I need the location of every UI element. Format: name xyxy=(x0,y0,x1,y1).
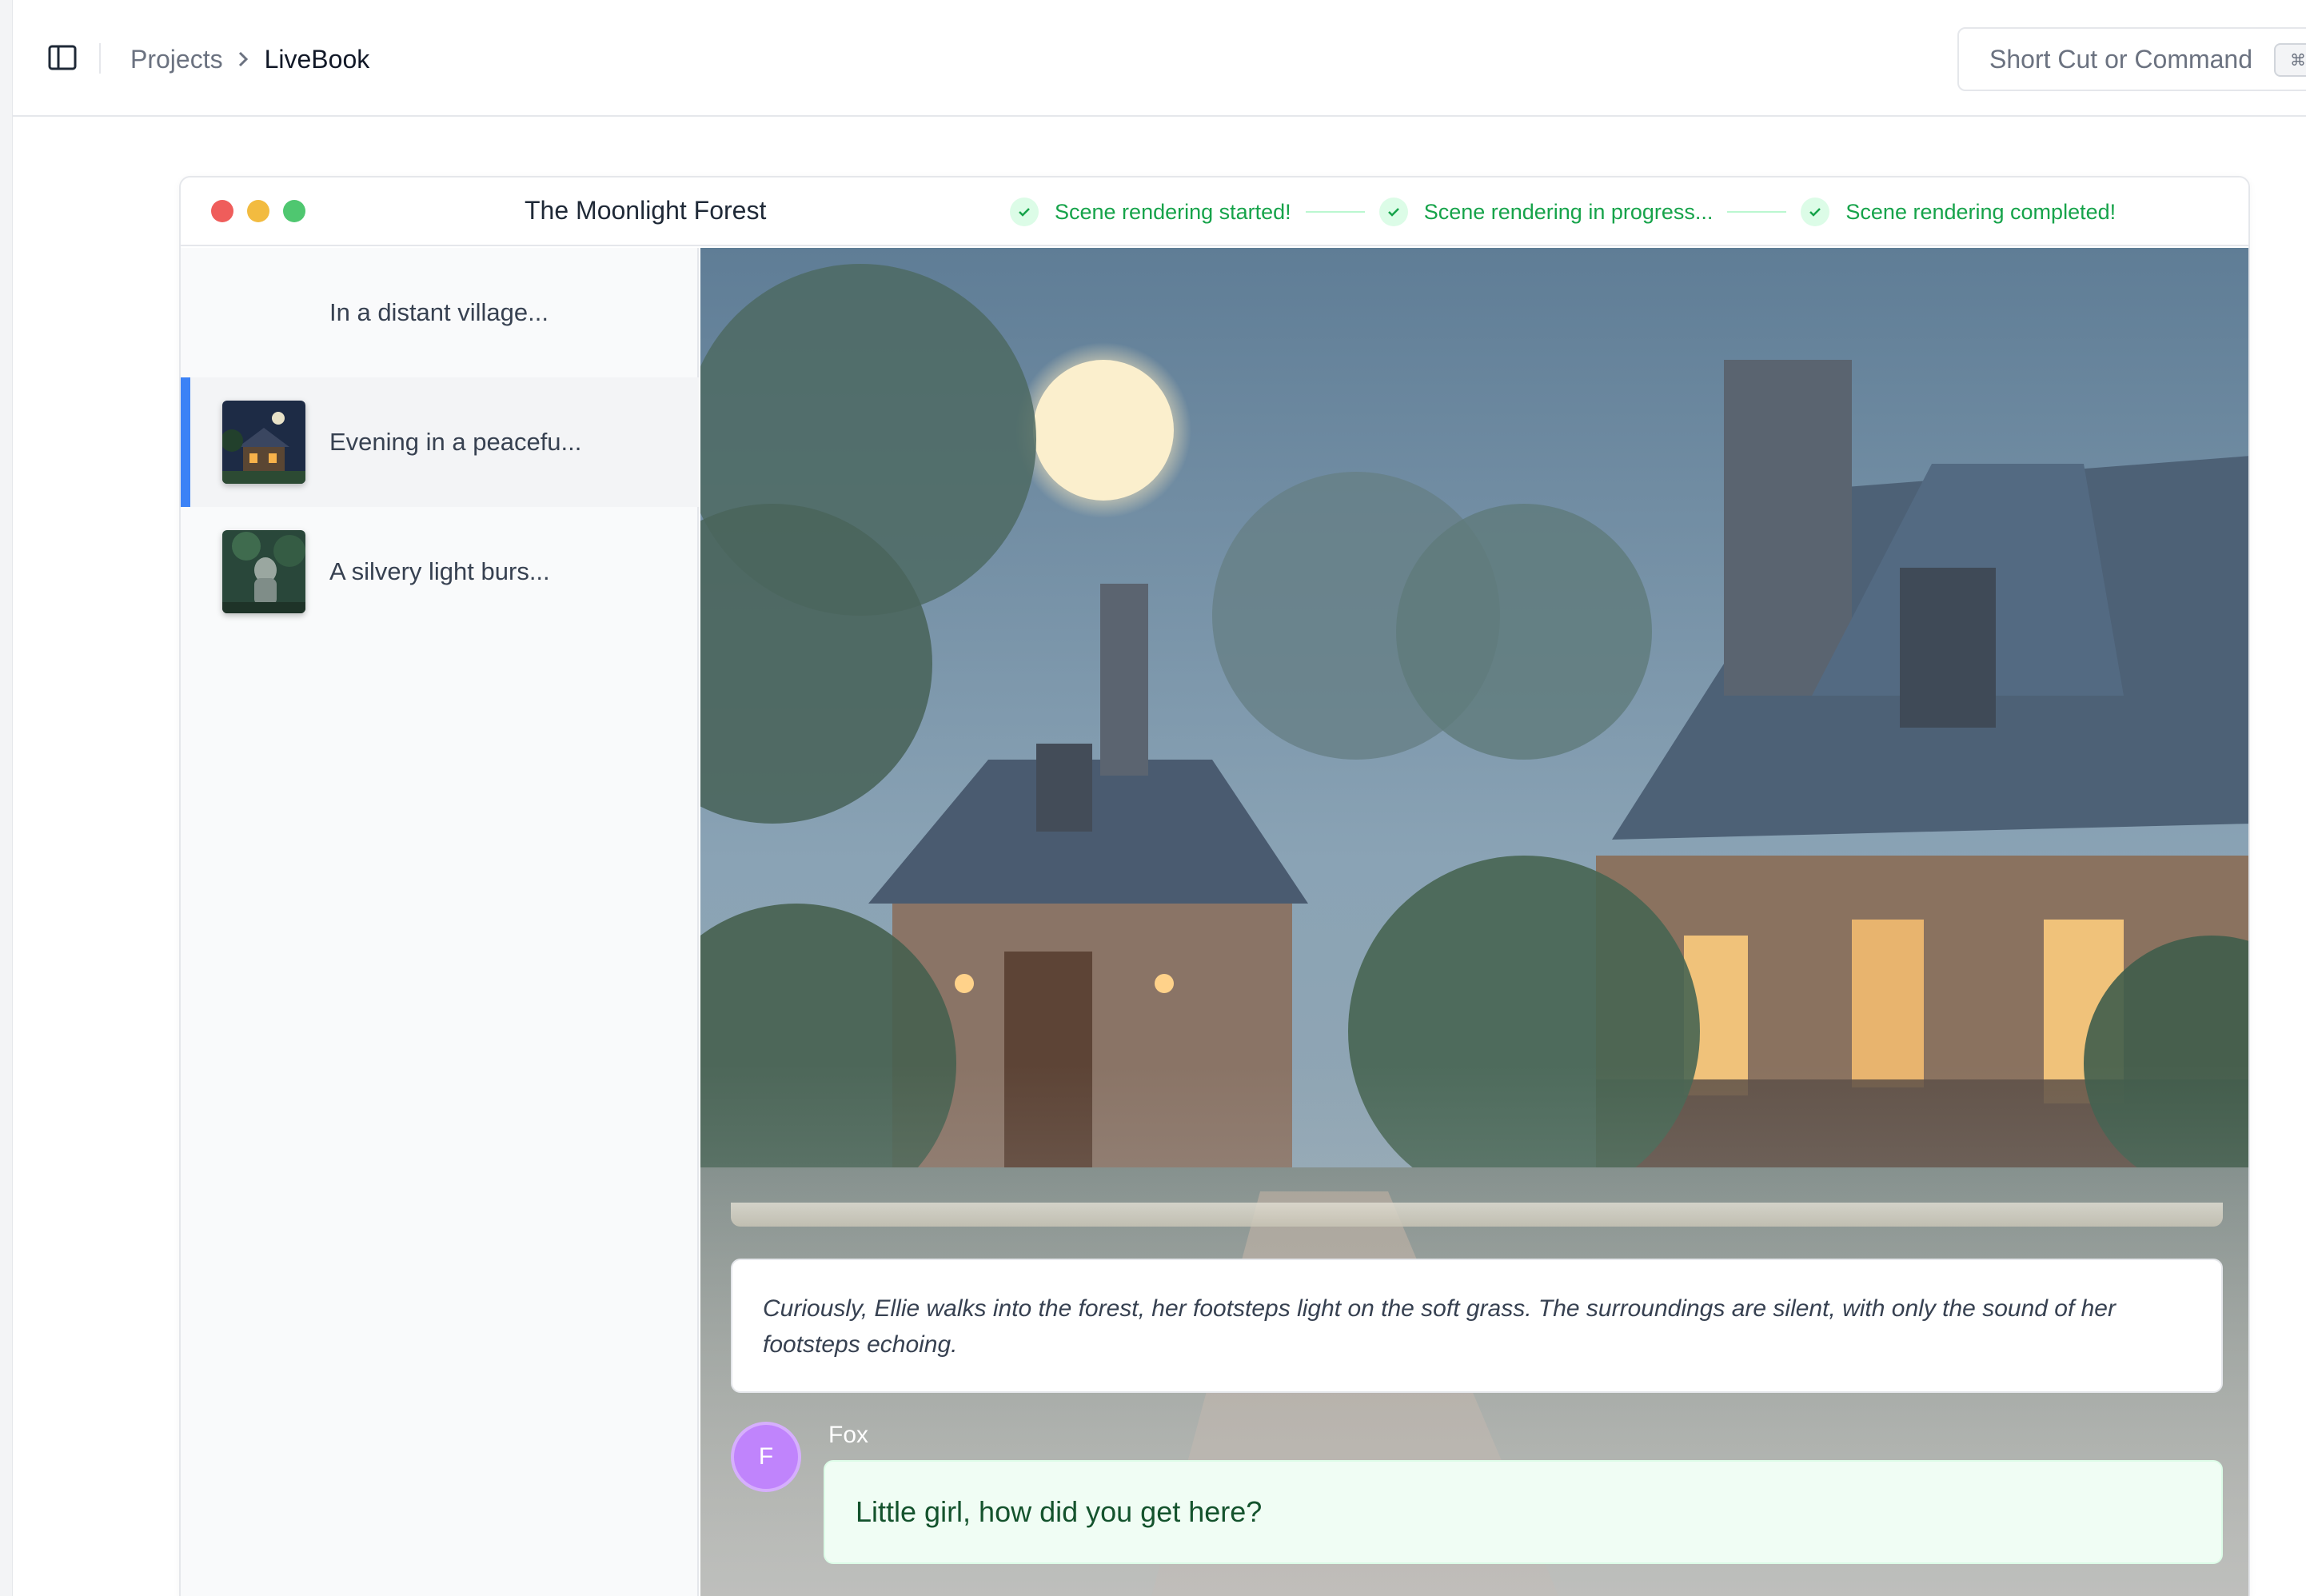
render-step-label: Scene rendering started! xyxy=(1055,199,1291,224)
command-placeholder: Short Cut or Command xyxy=(1989,44,2253,74)
scene-thumbnail xyxy=(222,530,305,613)
scene-view: Curiously, Ellie walks into the forest, … xyxy=(700,248,2248,1596)
toolbar-divider xyxy=(99,43,101,74)
check-icon xyxy=(1010,198,1039,226)
step-connector xyxy=(1727,211,1787,213)
scene-thumbnail xyxy=(222,401,305,484)
render-step-in-progress: Scene rendering in progress... xyxy=(1378,198,1714,226)
scene-item-label: A silvery light burs... xyxy=(329,557,550,585)
step-connector xyxy=(1305,211,1365,213)
breadcrumb: Projects LiveBook xyxy=(130,40,369,78)
breadcrumb-current: LiveBook xyxy=(264,44,370,74)
shortcut-key-badge: ⌘ xyxy=(2274,43,2306,77)
app-page: Projects LiveBook Short Cut or Command ⌘… xyxy=(0,0,2306,1596)
minimize-window-button[interactable] xyxy=(247,200,269,222)
scene-list: In a distant village... Evening in a pea… xyxy=(181,248,699,1596)
close-window-button[interactable] xyxy=(211,200,233,222)
scene-item-3[interactable]: A silvery light burs... xyxy=(181,507,699,636)
scene-item-1[interactable]: In a distant village... xyxy=(181,248,699,377)
check-icon xyxy=(1378,198,1408,226)
render-step-completed: Scene rendering completed! xyxy=(1801,198,2116,226)
breadcrumb-projects-link[interactable]: Projects xyxy=(130,45,223,74)
left-edge-rule xyxy=(0,0,13,1596)
scene-thumbnail xyxy=(222,271,305,354)
dialogue-bubble: Little girl, how did you get here? xyxy=(824,1460,2223,1564)
chevron-right-icon xyxy=(223,46,265,72)
top-bar: Projects LiveBook Short Cut or Command ⌘ xyxy=(13,0,2306,117)
speaker-name: Fox xyxy=(828,1422,869,1448)
scene-illustration xyxy=(700,248,2248,1596)
livebook-window: The Moonlight Forest Scene rendering sta… xyxy=(179,176,2250,1596)
window-titlebar: The Moonlight Forest Scene rendering sta… xyxy=(181,178,2248,246)
render-step-label: Scene rendering in progress... xyxy=(1423,199,1714,224)
maximize-window-button[interactable] xyxy=(283,200,305,222)
render-step-started: Scene rendering started! xyxy=(1010,198,1291,226)
command-search-input[interactable]: Short Cut or Command ⌘ xyxy=(1957,27,2306,91)
narration-box: Curiously, Ellie walks into the forest, … xyxy=(731,1259,2223,1393)
window-title: The Moonlight Forest xyxy=(525,196,767,225)
avatar: F xyxy=(731,1422,801,1492)
sidebar-toggle-icon[interactable] xyxy=(46,42,78,74)
render-step-label: Scene rendering completed! xyxy=(1845,199,2116,224)
check-icon xyxy=(1801,198,1830,226)
scene-item-label: In a distant village... xyxy=(329,298,549,326)
dialogue-text: Little girl, how did you get here? xyxy=(856,1495,1263,1528)
scene-item-2[interactable]: Evening in a peacefu... xyxy=(181,377,699,507)
scene-item-label: Evening in a peacefu... xyxy=(329,428,582,456)
scene-timeline-strip xyxy=(731,1203,2223,1227)
render-progress-steps: Scene rendering started! Scene rendering… xyxy=(1010,195,2116,229)
